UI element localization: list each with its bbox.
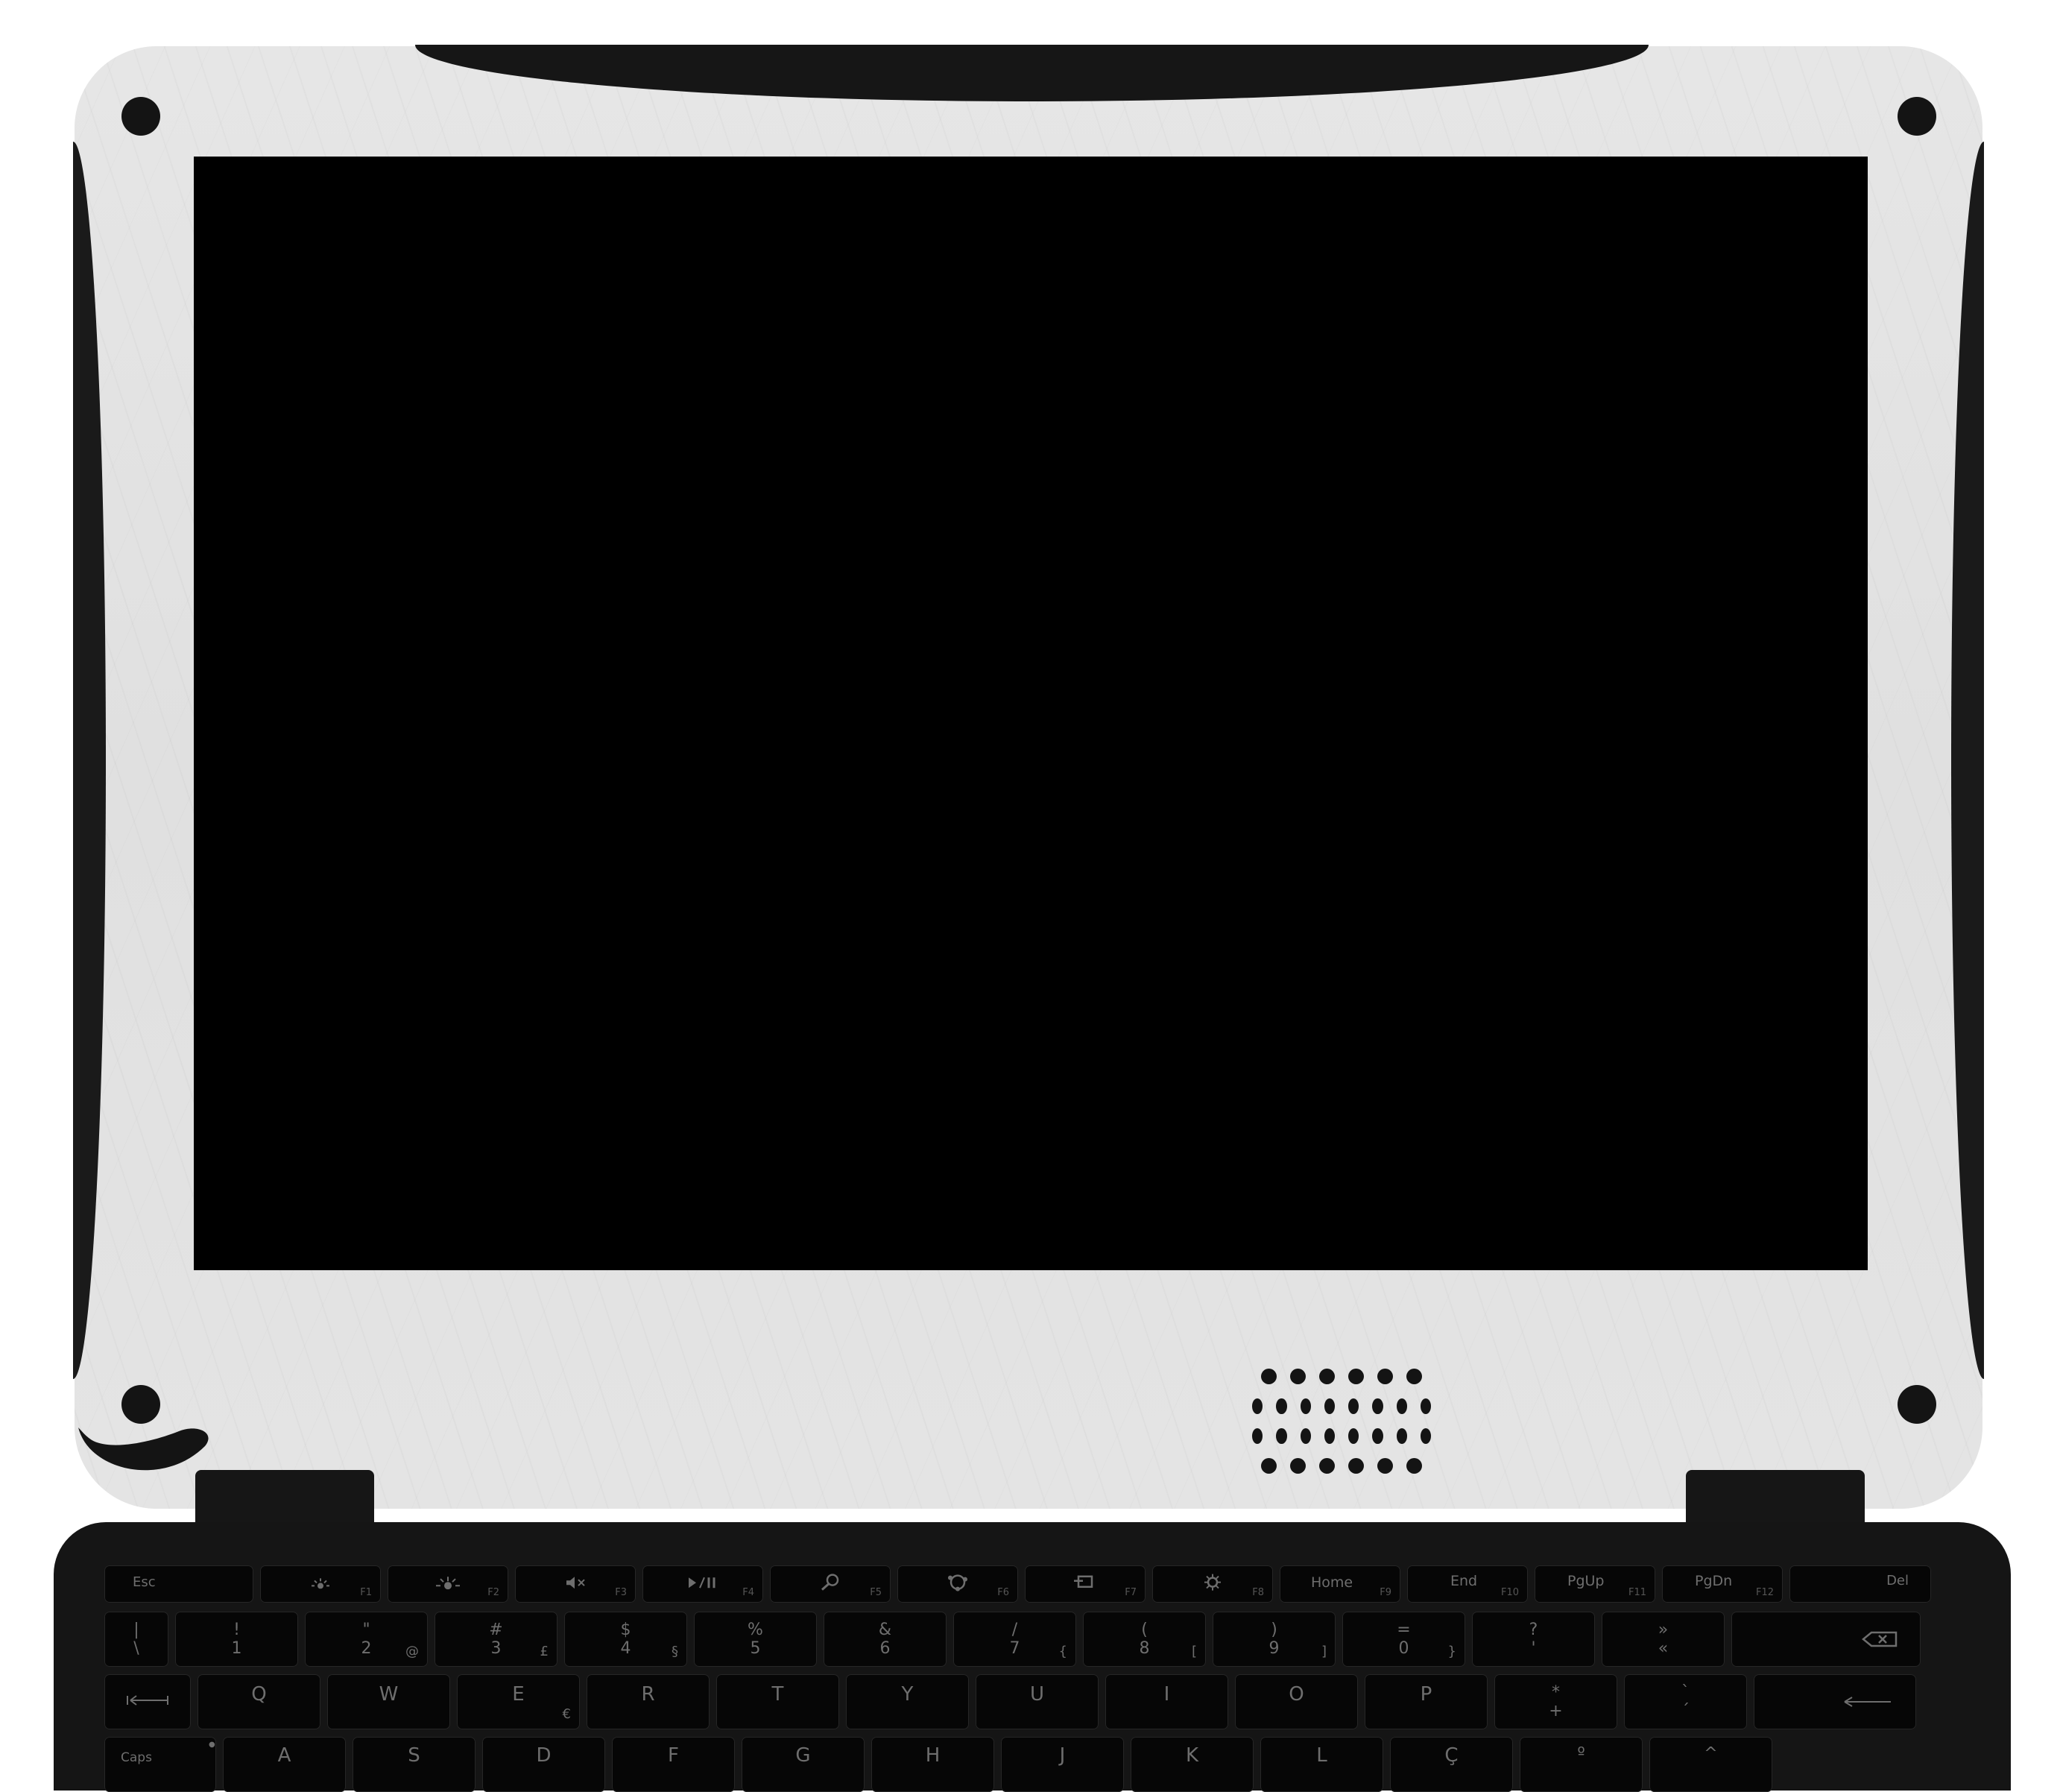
key-apostrophe[interactable]: ? ' bbox=[1472, 1612, 1595, 1667]
tab-icon bbox=[127, 1695, 168, 1706]
key-f2[interactable]: F2 bbox=[388, 1565, 508, 1603]
key-8[interactable]: ( 8 [ bbox=[1083, 1612, 1206, 1667]
number-row: | \ ! 1 " 2 @ # 3 £ $ 4 § % 5 & 6 / 7 {… bbox=[104, 1612, 1921, 1667]
key-backspace[interactable] bbox=[1731, 1612, 1921, 1667]
key-3[interactable]: # 3 £ bbox=[435, 1612, 557, 1667]
enter-icon bbox=[1844, 1697, 1891, 1707]
key-ordinal[interactable]: º bbox=[1520, 1737, 1643, 1792]
key-6[interactable]: & 6 bbox=[824, 1612, 947, 1667]
key-g[interactable]: G bbox=[742, 1737, 865, 1792]
key-f5[interactable]: F5 bbox=[770, 1565, 891, 1603]
function-row: Esc F1 F2 F3 F4 F5 F6 F7 F8 Home F9 End … bbox=[104, 1565, 1931, 1603]
speaker-grille bbox=[1252, 1369, 1431, 1480]
key-backslash[interactable]: | \ bbox=[104, 1612, 168, 1667]
key-w[interactable]: W bbox=[327, 1674, 450, 1729]
key-f3[interactable]: F3 bbox=[515, 1565, 636, 1603]
key-9[interactable]: ) 9 ] bbox=[1213, 1612, 1336, 1667]
key-l[interactable]: L bbox=[1260, 1737, 1383, 1792]
key-0[interactable]: = 0 } bbox=[1342, 1612, 1465, 1667]
mute-icon bbox=[566, 1577, 585, 1589]
key-asterisk[interactable]: * + bbox=[1494, 1674, 1617, 1729]
key-c-cedilla[interactable]: Ç bbox=[1390, 1737, 1513, 1792]
key-2[interactable]: " 2 @ bbox=[305, 1612, 428, 1667]
key-f1[interactable]: F1 bbox=[260, 1565, 381, 1603]
key-s[interactable]: S bbox=[353, 1737, 475, 1792]
key-7[interactable]: / 7 { bbox=[953, 1612, 1076, 1667]
key-o[interactable]: O bbox=[1235, 1674, 1358, 1729]
key-q[interactable]: Q bbox=[198, 1674, 320, 1729]
key-end[interactable]: End F10 bbox=[1407, 1565, 1528, 1603]
key-esc[interactable]: Esc bbox=[104, 1565, 253, 1603]
home-row: Caps ● A S D F G H J K L Ç º ^ bbox=[104, 1737, 1772, 1792]
devices-icon bbox=[1074, 1575, 1093, 1588]
key-tab[interactable] bbox=[104, 1674, 191, 1729]
key-j[interactable]: J bbox=[1001, 1737, 1124, 1792]
key-y[interactable]: Y bbox=[846, 1674, 969, 1729]
display-screen bbox=[194, 157, 1868, 1270]
settings-icon bbox=[1204, 1574, 1221, 1591]
key-d[interactable]: D bbox=[482, 1737, 605, 1792]
key-h[interactable]: H bbox=[871, 1737, 994, 1792]
search-icon bbox=[821, 1574, 839, 1591]
key-pgdn[interactable]: PgDn F12 bbox=[1662, 1565, 1783, 1603]
key-grave[interactable]: ` ´ bbox=[1624, 1674, 1747, 1729]
key-p[interactable]: P bbox=[1365, 1674, 1488, 1729]
key-r[interactable]: R bbox=[587, 1674, 710, 1729]
key-f8[interactable]: F8 bbox=[1152, 1565, 1273, 1603]
key-caps[interactable]: Caps ● bbox=[104, 1737, 216, 1792]
key-pgup[interactable]: PgUp F11 bbox=[1535, 1565, 1655, 1603]
play-pause-icon bbox=[689, 1577, 715, 1588]
key-guillemet[interactable]: » « bbox=[1602, 1612, 1725, 1667]
brightness-up-icon bbox=[436, 1577, 460, 1590]
key-del[interactable]: Del bbox=[1789, 1565, 1931, 1603]
key-f4[interactable]: F4 bbox=[642, 1565, 763, 1603]
key-a[interactable]: A bbox=[223, 1737, 346, 1792]
key-f[interactable]: F bbox=[612, 1737, 735, 1792]
key-caret[interactable]: ^ bbox=[1649, 1737, 1772, 1792]
key-enter[interactable] bbox=[1754, 1674, 1916, 1729]
share-icon bbox=[948, 1574, 967, 1591]
screw-bottom-right bbox=[1898, 1385, 1936, 1424]
key-home[interactable]: Home F9 bbox=[1280, 1565, 1400, 1603]
key-e[interactable]: E € bbox=[457, 1674, 580, 1729]
key-4[interactable]: $ 4 § bbox=[564, 1612, 687, 1667]
key-i[interactable]: I bbox=[1105, 1674, 1228, 1729]
keyboard: Esc F1 F2 F3 F4 F5 F6 F7 F8 Home F9 End … bbox=[104, 1565, 1960, 1792]
key-5[interactable]: % 5 bbox=[694, 1612, 817, 1667]
screw-top-left bbox=[121, 97, 160, 136]
backspace-icon bbox=[1862, 1631, 1898, 1647]
brightness-down-icon bbox=[312, 1578, 329, 1589]
key-1[interactable]: ! 1 bbox=[175, 1612, 298, 1667]
key-f6[interactable]: F6 bbox=[897, 1565, 1018, 1603]
screw-top-right bbox=[1898, 97, 1936, 136]
key-f7[interactable]: F7 bbox=[1025, 1565, 1146, 1603]
key-u[interactable]: U bbox=[976, 1674, 1099, 1729]
key-t[interactable]: T bbox=[716, 1674, 839, 1729]
qwerty-row: Q W E € R T Y U I O P * + ` ´ bbox=[104, 1674, 1916, 1729]
key-k[interactable]: K bbox=[1131, 1737, 1254, 1792]
